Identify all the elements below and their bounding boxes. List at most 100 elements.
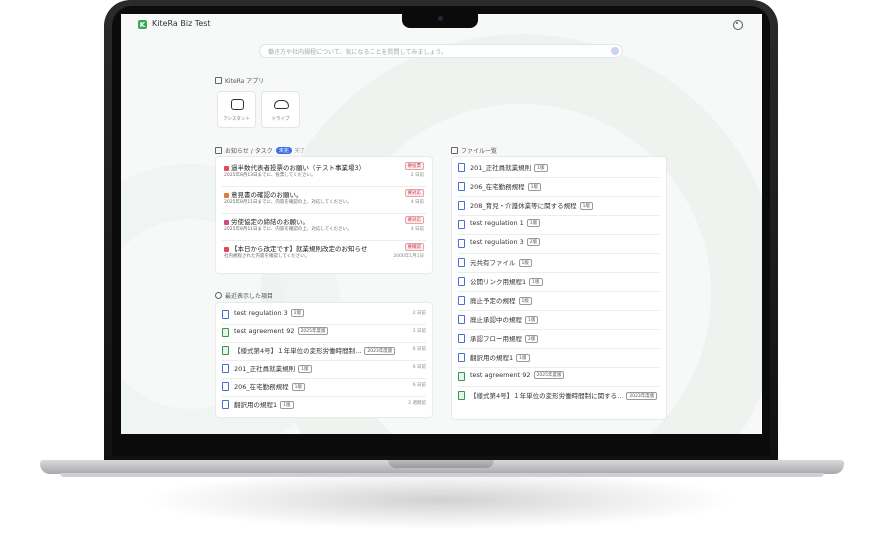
divider [458, 253, 660, 254]
divider [458, 291, 660, 292]
files-card: 201_正社員就業規則 1版 206_在宅勤務規程 1版 208_育児・介護休業等に… [451, 156, 667, 420]
document-icon [458, 258, 465, 267]
news-section-heading: お知らせ / タスク 未完 完了 [215, 146, 305, 155]
handshake-icon [224, 220, 229, 225]
file-timestamp: 2 日前 [412, 311, 426, 316]
version-badge: 1版 [525, 316, 539, 324]
pencil-icon [224, 193, 229, 198]
news-title-text: 過半数代表者投票のお願い（テスト事業場3） [231, 164, 366, 172]
file-name-text: 206_在宅勤務規程 [234, 383, 289, 391]
tab-incomplete[interactable]: 未完 [275, 147, 292, 154]
version-badge: 2025年度版 [533, 371, 565, 379]
file-name-text: 廃止承認中の規程 [470, 316, 522, 324]
file-name: 208_育児・介護休業等に関する規程 1版 [470, 200, 594, 210]
version-badge: 2版 [290, 309, 305, 317]
file-item[interactable]: 廃止予定の規程 1版 [458, 293, 660, 311]
file-name-text: test regulation 3 [234, 309, 288, 317]
file-item[interactable]: 元共有ファイル 1版 [458, 255, 660, 273]
app-tile-assistant[interactable]: アシスタント [217, 91, 256, 128]
news-item[interactable]: 意見書の確認のお願い。 要対応 2025年8月11日までに、内容を確認の上、対応… [222, 189, 426, 215]
document-icon [458, 201, 465, 210]
news-timestamp: 2 日前 [410, 173, 424, 178]
file-name-text: 201_正社員就業規則 [470, 164, 532, 172]
divider [222, 186, 426, 187]
file-item[interactable]: test regulation 1 1版 [458, 217, 660, 235]
recent-item[interactable]: test agreement 92 2025年度版 2 日前 [222, 325, 426, 343]
camera-notch [402, 12, 478, 28]
file-name-text: 【様式第4号】１年単位の変形労働時間制に関する... [470, 392, 624, 400]
news-item[interactable]: 労使協定の締結のお願い。 要対応 2025年8月11日までに、内容を確認の上、対… [222, 216, 426, 242]
file-item[interactable]: test agreement 92 2025年度版 [458, 369, 660, 387]
version-badge: 2023年度版 [626, 392, 658, 400]
file-name-text: 承認フロー用規程 [470, 335, 522, 343]
document-icon [458, 182, 465, 191]
file-name: test regulation 3 2版 [234, 309, 305, 317]
recent-item[interactable]: 【様式第4号】１年単位の変形労働時間制... 2023年度版 6 日前 [222, 343, 426, 361]
file-name: 【様式第4号】１年単位の変形労働時間制... 2023年度版 [234, 345, 396, 355]
file-item[interactable]: 公開リンク用規程1 1版 [458, 274, 660, 292]
search-submit-icon[interactable] [611, 47, 619, 55]
file-item[interactable]: 208_育児・介護休業等に関する規程 1版 [458, 198, 660, 216]
document-icon [458, 163, 465, 172]
app-tile-drive[interactable]: ドライブ [261, 91, 300, 128]
file-item[interactable]: test regulation 3 2版 [458, 236, 660, 254]
spreadsheet-icon [222, 328, 229, 337]
news-description: 2025年8月11日までに、内容を確認の上、対応してください。 [224, 200, 352, 205]
recent-item[interactable]: 206_在宅勤務規程 1版 6 日前 [222, 379, 426, 397]
file-item[interactable]: 承認フロー用規程 2版 [458, 331, 660, 349]
apps-section-heading: KiteRa アプリ [215, 76, 264, 85]
clock-icon [215, 292, 222, 299]
document-icon [458, 315, 465, 324]
divider [458, 234, 660, 235]
file-item[interactable]: 206_在宅勤務規程 1版 [458, 179, 660, 197]
file-timestamp: 2 週間前 [408, 401, 426, 406]
laptop-shadow [140, 470, 740, 530]
divider [458, 272, 660, 273]
files-section-label: ファイル一覧 [461, 148, 498, 155]
version-badge: 2版 [525, 335, 539, 343]
file-item[interactable]: 翻訳用の規程1 1版 [458, 350, 660, 368]
version-badge: 2025年度版 [297, 327, 329, 335]
file-item[interactable]: 【様式第4号】１年単位の変形労働時間制に関する... 2023年度版 [458, 388, 660, 406]
file-name-text: 【様式第4号】１年単位の変形労働時間制... [234, 347, 362, 355]
user-account-icon[interactable] [733, 20, 743, 30]
file-name: 廃止予定の規程 1版 [470, 295, 532, 305]
divider [458, 215, 660, 216]
version-badge: 1版 [518, 259, 532, 267]
news-description: 2025年8月13日までに、投票してください。 [224, 173, 316, 178]
version-badge: 1版 [526, 219, 541, 227]
app-screen: K KiteRa Biz Test 働き方や社内規程について、気になることを質問… [121, 14, 762, 434]
news-item[interactable]: 過半数代表者投票のお願い（テスト事業場3） 要投票 2025年8月13日までに、… [222, 162, 426, 188]
file-name: 206_在宅勤務規程 1版 [470, 181, 542, 191]
file-name: test agreement 92 2025年度版 [470, 371, 565, 379]
recent-item[interactable]: test regulation 3 2版 2 日前 [222, 307, 426, 325]
news-title: 過半数代表者投票のお願い（テスト事業場3） [224, 162, 365, 172]
file-name: 廃止承認中の規程 1版 [470, 314, 539, 324]
news-title: 労使協定の締結のお願い。 [224, 216, 309, 226]
recent-item[interactable]: 201_正社員就業規則 1版 6 日前 [222, 361, 426, 379]
divider [458, 386, 660, 387]
file-item[interactable]: 廃止承認中の規程 1版 [458, 312, 660, 330]
spreadsheet-icon [458, 391, 465, 400]
news-title: 【本日から改定です】就業規則改定のお知らせ [224, 243, 367, 253]
document-icon [222, 310, 229, 319]
file-name-text: 208_育児・介護休業等に関する規程 [470, 202, 577, 210]
file-name: 元共有ファイル 1版 [470, 257, 532, 267]
search-input[interactable]: 働き方や社内規程について、気になることを質問してみましょう。 [259, 44, 623, 58]
file-item[interactable]: 201_正社員就業規則 1版 [458, 160, 660, 178]
tab-complete[interactable]: 完了 [295, 147, 305, 154]
divider [458, 329, 660, 330]
news-title-text: 【本日から改定です】就業規則改定のお知らせ [231, 245, 368, 253]
recent-item[interactable]: 翻訳用の規程1 1版 2 週間前 [222, 397, 426, 415]
search-placeholder: 働き方や社内規程について、気になることを質問してみましょう。 [268, 49, 447, 56]
document-icon [458, 239, 465, 248]
news-item[interactable]: 【本日から改定です】就業規則改定のお知らせ 要確認 社内規程された内容を確認して… [222, 243, 426, 269]
file-name-text: 201_正社員就業規則 [234, 365, 296, 373]
file-timestamp: 6 日前 [412, 347, 426, 352]
version-badge: 1版 [518, 297, 532, 305]
document-icon [222, 364, 229, 373]
news-timestamp: 2000年1月1日 [393, 254, 424, 259]
file-timestamp: 6 日前 [412, 383, 426, 388]
version-badge: 1版 [291, 383, 306, 391]
version-badge: 1版 [529, 278, 543, 286]
